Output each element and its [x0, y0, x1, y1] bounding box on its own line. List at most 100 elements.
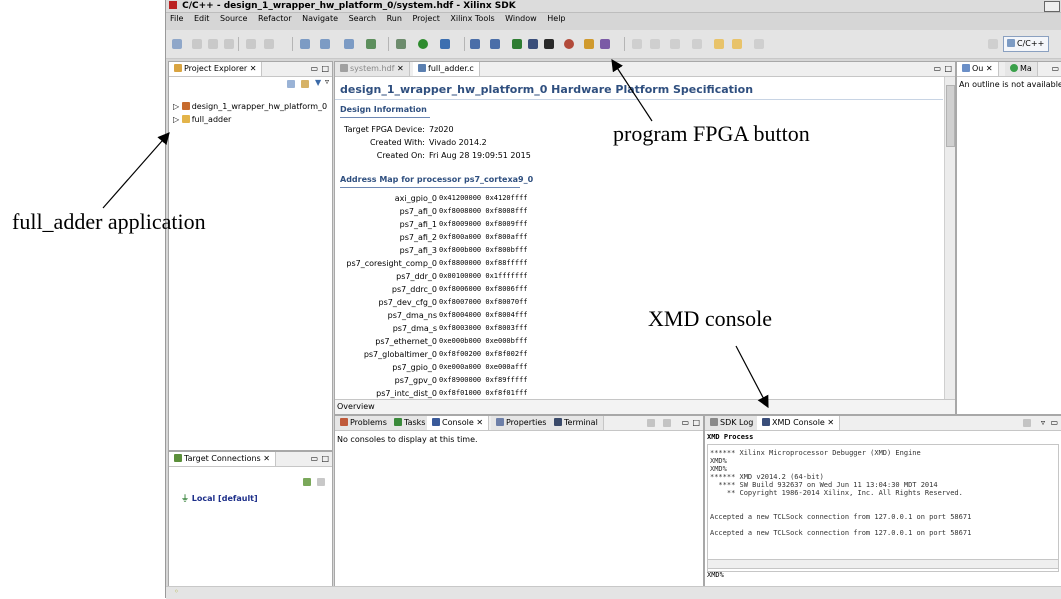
tree-item-full-adder[interactable]: ▷ full_adder — [173, 113, 327, 126]
menu-run[interactable]: Run — [387, 14, 402, 23]
clear-console-icon[interactable] — [1023, 419, 1031, 427]
refresh-icon[interactable] — [264, 39, 274, 49]
address-map-row: ps7_dma_ns 0xf8004000 0xf8004fff — [335, 309, 935, 322]
tab-problems[interactable]: Problems — [335, 416, 393, 430]
new-file-icon[interactable] — [320, 39, 330, 49]
tree-item-hw-platform[interactable]: ▷ design_1_wrapper_hw_platform_0 — [173, 100, 327, 113]
address-range: 0xf8f01000 0xf8f01fff — [439, 389, 528, 397]
minimize-icon[interactable]: ▭ — [310, 62, 318, 76]
build-icon[interactable] — [246, 39, 256, 49]
menu-window[interactable]: Window — [505, 14, 537, 23]
xmd-panel: SDK Log XMD Console ✕ ▿ ▭ XMD Process **… — [704, 415, 1061, 588]
close-icon[interactable]: ✕ — [263, 454, 270, 463]
debug-icon[interactable] — [396, 39, 406, 49]
display-console-icon[interactable] — [663, 419, 671, 427]
menu-source[interactable]: Source — [220, 14, 247, 23]
tab-sdk-log[interactable]: SDK Log — [705, 416, 760, 430]
toggle-block-icon[interactable] — [650, 39, 660, 49]
flash-memory-icon[interactable] — [544, 39, 554, 49]
tab-make-targets[interactable]: Ma — [1005, 62, 1038, 76]
external-tools-icon[interactable] — [440, 39, 450, 49]
open-perspective-icon[interactable] — [988, 39, 998, 49]
tab-terminal[interactable]: Terminal — [549, 416, 604, 430]
pencil-icon[interactable] — [600, 39, 610, 49]
xmd-horizontal-scrollbar[interactable] — [707, 559, 1059, 569]
terminal-icon[interactable] — [490, 39, 500, 49]
close-icon[interactable]: ✕ — [476, 418, 483, 427]
expand-arrow-icon[interactable]: ▷ — [173, 102, 179, 111]
tab-target-connections[interactable]: Target Connections ✕ — [169, 452, 276, 466]
new-icon[interactable] — [172, 39, 182, 49]
menu-navigate[interactable]: Navigate — [302, 14, 338, 23]
search-toolbar-icon[interactable] — [366, 39, 376, 49]
tab-console[interactable]: Console ✕ — [427, 416, 490, 430]
prev-annotation-icon[interactable] — [692, 39, 702, 49]
tab-properties[interactable]: Properties — [491, 416, 553, 430]
minimize-icon[interactable]: ▭ — [933, 62, 941, 76]
maximize-icon[interactable]: □ — [321, 452, 329, 466]
toolbar-separator — [292, 37, 293, 51]
menu-bar: File Edit Source Refactor Navigate Searc… — [166, 13, 1061, 25]
minimize-icon[interactable]: ▭ — [681, 416, 689, 430]
new-connection-icon[interactable] — [303, 478, 311, 486]
address-map-row: ps7_ddrc_0 0xf8006000 0xf8006fff — [335, 283, 935, 296]
next-annotation-icon[interactable] — [670, 39, 680, 49]
tab-system-hdf[interactable]: system.hdf ✕ — [335, 62, 410, 76]
scrollbar-thumb[interactable] — [946, 85, 955, 147]
menu-file[interactable]: File — [170, 14, 183, 23]
hardware-platform-icon[interactable] — [584, 39, 594, 49]
expand-arrow-icon[interactable]: ▷ — [173, 115, 179, 124]
sdk-window: C/C++ - design_1_wrapper_hw_platform_0/s… — [165, 0, 1061, 599]
menu-help[interactable]: Help — [547, 14, 565, 23]
collapse-all-icon[interactable] — [287, 80, 295, 88]
maximize-icon[interactable]: □ — [944, 62, 952, 76]
forward-icon[interactable] — [732, 39, 742, 49]
minimize-icon[interactable]: ▭ — [310, 452, 318, 466]
back-icon[interactable] — [714, 39, 724, 49]
xmd-command-input[interactable]: XMD% — [707, 571, 1057, 581]
save-icon[interactable] — [192, 39, 202, 49]
menu-xilinx-tools[interactable]: Xilinx Tools — [450, 14, 494, 23]
filter-icon[interactable]: ▼ — [315, 78, 321, 87]
connection-settings-icon[interactable] — [317, 478, 325, 486]
view-menu-icon[interactable]: ▿ — [325, 77, 329, 86]
close-icon[interactable]: ✕ — [827, 418, 834, 427]
menu-project[interactable]: Project — [412, 14, 439, 23]
tab-outline[interactable]: Ou ✕ — [957, 62, 999, 76]
view-menu-icon[interactable]: ▿ — [1041, 416, 1045, 430]
window-restore-icon[interactable] — [1044, 1, 1060, 12]
perspective-button[interactable]: C/C++ — [1003, 36, 1049, 52]
tab-xmd-console[interactable]: XMD Console ✕ — [757, 416, 841, 430]
maximize-icon[interactable]: □ — [692, 416, 700, 430]
close-icon[interactable]: ✕ — [986, 64, 993, 73]
editor-vertical-scrollbar[interactable] — [944, 77, 955, 399]
minimize-icon[interactable]: ▭ — [1051, 62, 1059, 76]
menu-search[interactable]: Search — [349, 14, 376, 23]
sdk-settings-icon[interactable] — [564, 39, 574, 49]
link-editor-icon[interactable] — [301, 80, 309, 88]
tab-full-adder-c[interactable]: full_adder.c — [413, 62, 480, 76]
tab-tasks[interactable]: Tasks — [389, 416, 432, 430]
minimize-icon[interactable]: ▭ — [1050, 416, 1058, 430]
maximize-icon[interactable]: □ — [321, 62, 329, 76]
connection-item-local[interactable]: ⏚ Local [default] — [181, 493, 258, 504]
close-icon[interactable]: ✕ — [397, 64, 404, 73]
tab-overview[interactable]: Overview — [337, 402, 375, 411]
run-icon[interactable] — [418, 39, 428, 49]
tab-label: full_adder.c — [428, 64, 474, 73]
menu-edit[interactable]: Edit — [194, 14, 210, 23]
program-fpga-icon[interactable] — [512, 39, 522, 49]
save-all-icon[interactable] — [208, 39, 218, 49]
skip-breakpoints-icon[interactable] — [470, 39, 480, 49]
xmd-console-icon[interactable] — [528, 39, 538, 49]
toggle-mark-icon[interactable] — [632, 39, 642, 49]
close-icon[interactable]: ✕ — [250, 64, 257, 73]
new-class-icon[interactable] — [344, 39, 354, 49]
print-icon[interactable] — [224, 39, 234, 49]
address-map-row: ps7_gpv_0 0xf8900000 0xf89fffff — [335, 374, 935, 387]
tab-project-explorer[interactable]: Project Explorer ✕ — [169, 62, 263, 76]
last-edit-icon[interactable] — [754, 39, 764, 49]
menu-refactor[interactable]: Refactor — [258, 14, 292, 23]
open-console-icon[interactable] — [647, 419, 655, 427]
new-project-icon[interactable] — [300, 39, 310, 49]
